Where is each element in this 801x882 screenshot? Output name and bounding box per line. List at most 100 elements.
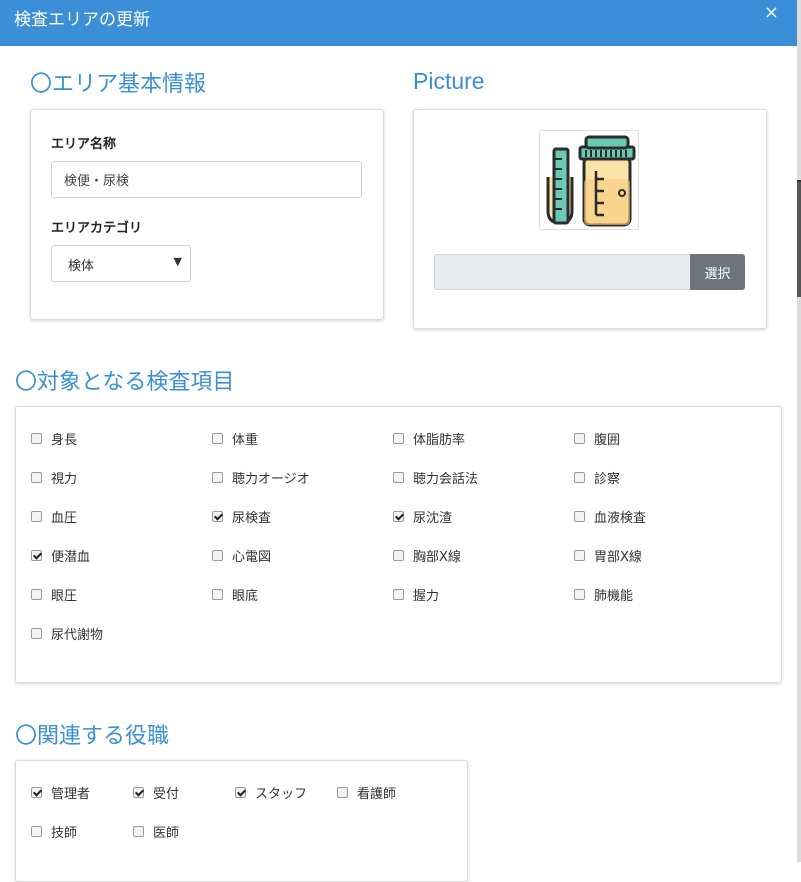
area-info-card: エリア名称 検便・尿検 エリアカテゴリ 検体 ▼ — [30, 109, 384, 320]
exam-item-checkbox-item[interactable]: 尿検査 — [212, 507, 271, 526]
area-category-select[interactable]: 検体 ▼ — [51, 245, 191, 282]
exam-item-checkbox[interactable] — [393, 511, 404, 522]
exam-item-checkbox[interactable] — [574, 511, 585, 522]
role-checkbox[interactable] — [337, 787, 348, 798]
exam-item-checkbox-label: 握力 — [413, 589, 440, 604]
chevron-down-icon: ▼ — [173, 255, 182, 268]
exam-item-checkbox[interactable] — [393, 472, 404, 483]
area-name-input[interactable]: 検便・尿検 — [51, 161, 362, 198]
role-checkbox-item[interactable]: スタッフ — [235, 783, 307, 802]
role-checkbox-item[interactable]: 技師 — [31, 822, 77, 841]
area-name-value: 検便・尿検 — [64, 174, 130, 189]
exam-item-checkbox-item[interactable]: 血圧 — [31, 507, 77, 526]
exam-items-heading: 〇対象となる検査項目 — [15, 370, 235, 395]
exam-item-checkbox-label: 尿沈渣 — [413, 511, 453, 526]
exam-item-checkbox-item[interactable]: 腹囲 — [574, 429, 620, 448]
exam-item-checkbox-item[interactable]: 便潜血 — [31, 546, 90, 565]
role-checkbox-label: 看護師 — [357, 787, 397, 802]
specimen-container-icon — [546, 135, 636, 227]
exam-item-checkbox-item[interactable]: 聴力会話法 — [393, 468, 478, 487]
roles-card — [15, 760, 468, 882]
exam-item-checkbox-item[interactable]: 心電図 — [212, 546, 271, 565]
role-checkbox-label: 技師 — [51, 826, 78, 841]
exam-item-checkbox-label: 腹囲 — [594, 433, 621, 448]
exam-item-checkbox-item[interactable]: 視力 — [31, 468, 77, 487]
picture-file-field[interactable] — [434, 254, 692, 290]
exam-item-checkbox-label: 聴力会話法 — [413, 472, 479, 487]
area-category-label: エリアカテゴリ — [51, 221, 143, 236]
exam-item-checkbox-item[interactable]: 尿代謝物 — [31, 624, 103, 643]
exam-item-checkbox-item[interactable]: 胃部X線 — [574, 546, 642, 565]
exam-item-checkbox[interactable] — [574, 550, 585, 561]
exam-item-checkbox-item[interactable]: 眼底 — [212, 585, 258, 604]
exam-item-checkbox-label: 体脂肪率 — [413, 433, 466, 448]
exam-item-checkbox-label: 聴力オージオ — [232, 472, 310, 487]
exam-item-checkbox-label: 診察 — [594, 472, 621, 487]
role-checkbox-item[interactable]: 受付 — [133, 783, 179, 802]
picture-select-button[interactable]: 選択 — [690, 254, 745, 290]
exam-item-checkbox[interactable] — [393, 550, 404, 561]
role-checkbox-item[interactable]: 医師 — [133, 822, 179, 841]
exam-item-checkbox-label: 身長 — [51, 433, 78, 448]
exam-item-checkbox-item[interactable]: 肺機能 — [574, 585, 633, 604]
exam-item-checkbox[interactable] — [212, 550, 223, 561]
exam-item-checkbox[interactable] — [212, 589, 223, 600]
exam-item-checkbox-item[interactable]: 体重 — [212, 429, 258, 448]
exam-item-checkbox-item[interactable]: 握力 — [393, 585, 439, 604]
scrollbar-thumb[interactable] — [797, 182, 801, 297]
exam-item-checkbox-item[interactable]: 体脂肪率 — [393, 429, 465, 448]
exam-item-checkbox-label: 体重 — [232, 433, 259, 448]
area-category-value: 検体 — [68, 259, 95, 274]
exam-item-checkbox-label: 眼圧 — [51, 589, 78, 604]
exam-item-checkbox-label: 胃部X線 — [594, 550, 642, 565]
area-name-label: エリア名称 — [51, 137, 117, 152]
exam-item-checkbox[interactable] — [31, 433, 42, 444]
role-checkbox-item[interactable]: 管理者 — [31, 783, 90, 802]
role-checkbox-label: 管理者 — [51, 787, 91, 802]
exam-item-checkbox[interactable] — [393, 433, 404, 444]
area-picture — [539, 130, 639, 230]
role-checkbox-label: 受付 — [153, 787, 180, 802]
exam-item-checkbox[interactable] — [31, 628, 42, 639]
exam-item-checkbox[interactable] — [574, 433, 585, 444]
exam-item-checkbox[interactable] — [31, 589, 42, 600]
roles-heading: 〇関連する役職 — [15, 724, 170, 749]
exam-item-checkbox-label: 視力 — [51, 472, 78, 487]
exam-item-checkbox[interactable] — [574, 589, 585, 600]
exam-item-checkbox[interactable] — [393, 589, 404, 600]
exam-item-checkbox-label: 肺機能 — [594, 589, 634, 604]
modal-title: 検査エリアの更新 — [14, 10, 150, 30]
exam-item-checkbox-label: 尿代謝物 — [51, 628, 104, 643]
exam-item-checkbox-item[interactable]: 身長 — [31, 429, 77, 448]
page-scrollbar[interactable] — [797, 0, 801, 862]
exam-item-checkbox-label: 胸部X線 — [413, 550, 461, 565]
exam-item-checkbox-item[interactable]: 胸部X線 — [393, 546, 461, 565]
exam-item-checkbox[interactable] — [212, 433, 223, 444]
exam-item-checkbox[interactable] — [31, 511, 42, 522]
close-icon[interactable]: × — [764, 3, 779, 23]
exam-item-checkbox[interactable] — [31, 550, 42, 561]
area-info-heading: 〇エリア基本情報 — [30, 72, 207, 97]
exam-item-checkbox[interactable] — [212, 511, 223, 522]
exam-item-checkbox[interactable] — [31, 472, 42, 483]
exam-item-checkbox-item[interactable]: 尿沈渣 — [393, 507, 452, 526]
exam-item-checkbox-item[interactable]: 眼圧 — [31, 585, 77, 604]
modal-header: 検査エリアの更新 × — [0, 0, 797, 46]
role-checkbox[interactable] — [31, 826, 42, 837]
exam-item-checkbox[interactable] — [574, 472, 585, 483]
picture-heading: Picture — [413, 68, 485, 94]
role-checkbox-item[interactable]: 看護師 — [337, 783, 396, 802]
exam-item-checkbox-item[interactable]: 診察 — [574, 468, 620, 487]
exam-item-checkbox-label: 血圧 — [51, 511, 78, 526]
role-checkbox-label: スタッフ — [255, 787, 308, 802]
role-checkbox[interactable] — [133, 787, 144, 798]
exam-item-checkbox-label: 心電図 — [232, 550, 272, 565]
role-checkbox[interactable] — [235, 787, 246, 798]
exam-item-checkbox-item[interactable]: 血液検査 — [574, 507, 646, 526]
exam-item-checkbox[interactable] — [212, 472, 223, 483]
role-checkbox[interactable] — [31, 787, 42, 798]
exam-item-checkbox-item[interactable]: 聴力オージオ — [212, 468, 310, 487]
exam-item-checkbox-label: 血液検査 — [594, 511, 647, 526]
role-checkbox[interactable] — [133, 826, 144, 837]
exam-item-checkbox-label: 便潜血 — [51, 550, 91, 565]
